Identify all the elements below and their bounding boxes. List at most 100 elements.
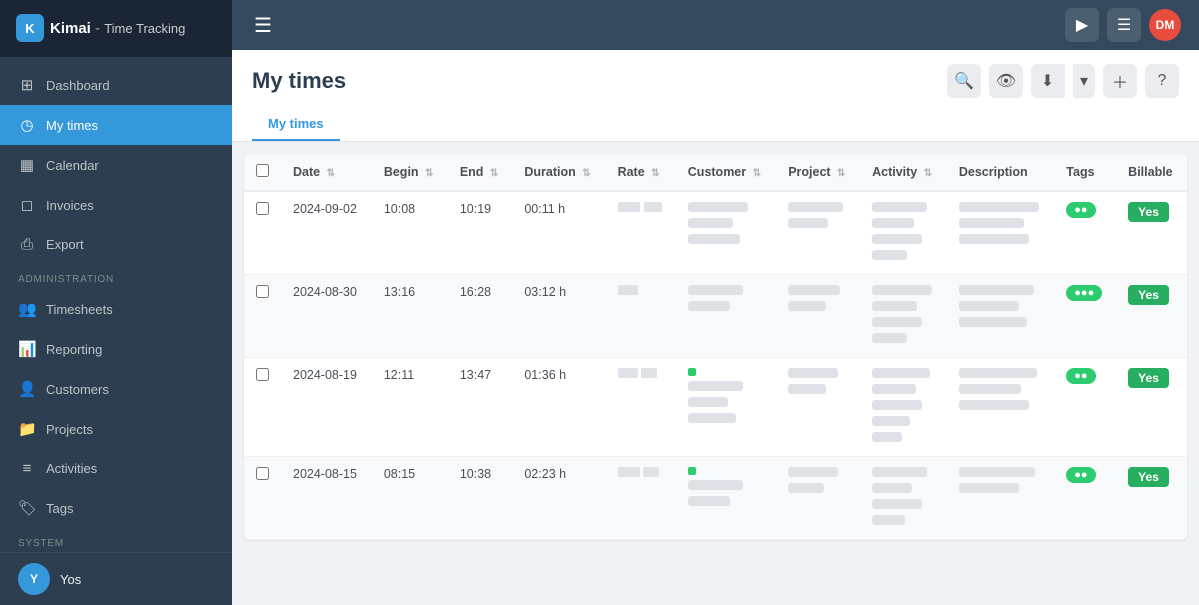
invoices-icon: ◻ bbox=[18, 196, 36, 214]
visibility-button[interactable]: 👁 bbox=[989, 64, 1023, 98]
cell-duration: 03:12 h bbox=[512, 275, 605, 358]
sidebar-item-timesheets[interactable]: 👥 Timesheets bbox=[0, 289, 232, 329]
cell-project bbox=[776, 275, 860, 358]
topbar-avatar[interactable]: DM bbox=[1149, 9, 1181, 41]
row-checkbox[interactable] bbox=[256, 467, 269, 480]
sidebar-item-projects[interactable]: 📁 Projects bbox=[0, 409, 232, 449]
col-begin[interactable]: Begin ⇅ bbox=[372, 154, 448, 191]
row-checkbox-cell[interactable] bbox=[244, 275, 281, 358]
sidebar-item-label: Customers bbox=[46, 382, 109, 397]
tags-icon: 🏷 bbox=[18, 499, 36, 517]
sidebar-item-customers[interactable]: 👤 Customers bbox=[0, 369, 232, 409]
page-header: My times 🔍 👁 ⬇ ▾ ＋ ? My times bbox=[232, 50, 1199, 142]
cell-end: 10:19 bbox=[448, 191, 513, 275]
cell-end: 13:47 bbox=[448, 358, 513, 457]
sidebar-item-label: Calendar bbox=[46, 158, 99, 173]
sidebar-item-tags[interactable]: 🏷 Tags bbox=[0, 488, 232, 528]
col-end[interactable]: End ⇅ bbox=[448, 154, 513, 191]
download-button[interactable]: ⬇ bbox=[1031, 64, 1065, 98]
table-row: 2024-08-30 13:16 16:28 03:12 h bbox=[244, 275, 1187, 358]
col-tags[interactable]: Tags bbox=[1054, 154, 1116, 191]
col-date[interactable]: Date ⇅ bbox=[281, 154, 372, 191]
cell-end: 10:38 bbox=[448, 457, 513, 540]
sidebar-item-label: My times bbox=[46, 118, 98, 133]
help-button[interactable]: ? bbox=[1145, 64, 1179, 98]
logo-icon: K bbox=[16, 14, 44, 42]
col-project[interactable]: Project ⇅ bbox=[776, 154, 860, 191]
export-icon: ⎙ bbox=[18, 236, 36, 253]
projects-icon: 📁 bbox=[18, 420, 36, 438]
reporting-icon: 📊 bbox=[18, 340, 36, 358]
sidebar-item-activities[interactable]: ≡ Activities bbox=[0, 449, 232, 488]
cell-duration: 00:11 h bbox=[512, 191, 605, 275]
hamburger-button[interactable]: ☰ bbox=[250, 9, 276, 42]
sidebar-item-label: Invoices bbox=[46, 198, 94, 213]
cell-billable: Yes bbox=[1116, 191, 1187, 275]
timesheets-icon: 👥 bbox=[18, 300, 36, 318]
sidebar-item-dashboard[interactable]: ⊞ Dashboard bbox=[0, 65, 232, 105]
cell-customer bbox=[676, 358, 776, 457]
list-button[interactable]: ☰ bbox=[1107, 8, 1141, 42]
cell-rate bbox=[606, 457, 676, 540]
col-duration[interactable]: Duration ⇅ bbox=[512, 154, 605, 191]
my-times-icon: ◷ bbox=[18, 116, 36, 134]
search-button[interactable]: 🔍 bbox=[947, 64, 981, 98]
cell-project bbox=[776, 191, 860, 275]
cell-tags: ●● bbox=[1054, 191, 1116, 275]
sidebar: K Kimai - Time Tracking ⊞ Dashboard ◷ My… bbox=[0, 0, 232, 605]
sidebar-item-label: Activities bbox=[46, 461, 97, 476]
row-checkbox-cell[interactable] bbox=[244, 457, 281, 540]
sidebar-item-label: Reporting bbox=[46, 342, 102, 357]
cell-duration: 01:36 h bbox=[512, 358, 605, 457]
admin-section-label: Administration bbox=[0, 264, 232, 289]
time-entries-table: Date ⇅ Begin ⇅ End ⇅ Duration ⇅ Rate ⇅ C… bbox=[244, 154, 1187, 540]
sidebar-item-my-times[interactable]: ◷ My times bbox=[0, 105, 232, 145]
row-checkbox[interactable] bbox=[256, 202, 269, 215]
table-header-row: Date ⇅ Begin ⇅ End ⇅ Duration ⇅ Rate ⇅ C… bbox=[244, 154, 1187, 191]
cell-duration: 02:23 h bbox=[512, 457, 605, 540]
sidebar-item-label: Timesheets bbox=[46, 302, 113, 317]
cell-customer bbox=[676, 457, 776, 540]
add-button[interactable]: ＋ bbox=[1103, 64, 1137, 98]
cell-description bbox=[947, 275, 1054, 358]
sidebar-item-reporting[interactable]: 📊 Reporting bbox=[0, 329, 232, 369]
play-button[interactable]: ▶ bbox=[1065, 8, 1099, 42]
cell-activity bbox=[860, 358, 947, 457]
col-rate[interactable]: Rate ⇅ bbox=[606, 154, 676, 191]
sidebar-item-label: Tags bbox=[46, 501, 73, 516]
select-all-header[interactable] bbox=[244, 154, 281, 191]
cell-activity bbox=[860, 457, 947, 540]
page-title: My times bbox=[252, 68, 346, 94]
row-checkbox-cell[interactable] bbox=[244, 191, 281, 275]
time-entries-table-container: Date ⇅ Begin ⇅ End ⇅ Duration ⇅ Rate ⇅ C… bbox=[244, 154, 1187, 540]
cell-billable: Yes bbox=[1116, 457, 1187, 540]
row-checkbox[interactable] bbox=[256, 285, 269, 298]
cell-tags: ●●● bbox=[1054, 275, 1116, 358]
topbar-left: ☰ bbox=[250, 9, 276, 42]
cell-date: 2024-09-02 bbox=[281, 191, 372, 275]
cell-begin: 08:15 bbox=[372, 457, 448, 540]
cell-customer bbox=[676, 191, 776, 275]
cell-description bbox=[947, 457, 1054, 540]
col-billable[interactable]: Billable bbox=[1116, 154, 1187, 191]
cell-billable: Yes bbox=[1116, 358, 1187, 457]
cell-rate bbox=[606, 358, 676, 457]
col-customer[interactable]: Customer ⇅ bbox=[676, 154, 776, 191]
cell-date: 2024-08-19 bbox=[281, 358, 372, 457]
sidebar-item-calendar[interactable]: ▦ Calendar bbox=[0, 145, 232, 185]
col-activity[interactable]: Activity ⇅ bbox=[860, 154, 947, 191]
sidebar-item-export[interactable]: ⎙ Export bbox=[0, 225, 232, 264]
cell-date: 2024-08-15 bbox=[281, 457, 372, 540]
col-description[interactable]: Description bbox=[947, 154, 1054, 191]
row-checkbox[interactable] bbox=[256, 368, 269, 381]
topbar: ☰ ▶ ☰ DM bbox=[232, 0, 1199, 50]
select-all-checkbox[interactable] bbox=[256, 164, 269, 177]
tab-my-times[interactable]: My times bbox=[252, 108, 340, 141]
download-arrow-button[interactable]: ▾ bbox=[1073, 64, 1095, 98]
row-checkbox-cell[interactable] bbox=[244, 358, 281, 457]
cell-description bbox=[947, 358, 1054, 457]
sidebar-bottom-user[interactable]: Y Yos bbox=[0, 552, 232, 605]
page-header-top: My times 🔍 👁 ⬇ ▾ ＋ ? bbox=[252, 64, 1179, 98]
sidebar-item-invoices[interactable]: ◻ Invoices bbox=[0, 185, 232, 225]
cell-project bbox=[776, 358, 860, 457]
